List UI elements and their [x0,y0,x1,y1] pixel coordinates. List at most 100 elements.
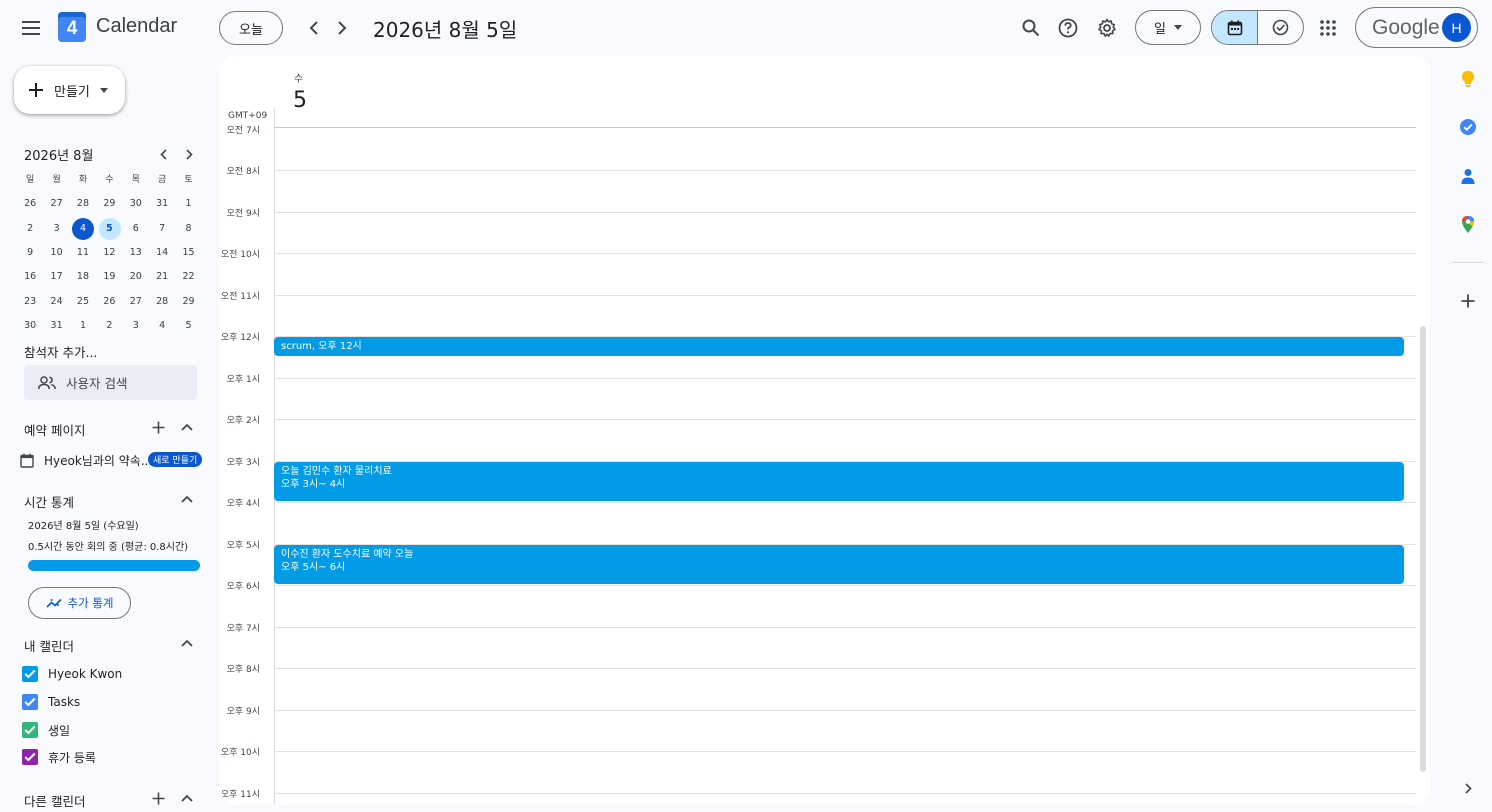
mini-calendar-day[interactable]: 26 [17,193,43,215]
mini-calendar-prev-button[interactable] [153,144,173,164]
mini-calendar-day[interactable]: 16 [17,266,43,288]
hour-gridline [274,502,1416,503]
calendar-checkbox[interactable] [22,749,38,765]
keep-button[interactable] [1456,67,1480,91]
mini-calendar-day[interactable]: 5 [96,217,122,240]
event-chip[interactable]: scrum, 오후 12시 [274,337,1404,356]
mini-calendar-day[interactable]: 13 [123,242,149,264]
settings-button[interactable] [1092,13,1122,43]
mini-calendar-day[interactable]: 1 [175,193,201,215]
chevron-up-icon [181,423,193,431]
event-chip[interactable]: 오늘 김민수 환자 물리치료 오후 3시~ 4시 [274,461,1404,501]
calendar-icon [20,453,34,468]
mini-calendar-day[interactable]: 18 [70,266,96,288]
app-title[interactable]: Calendar [96,15,177,38]
view-switcher-dropdown[interactable]: 일 [1135,10,1201,45]
mini-calendar-day[interactable]: 5 [175,315,201,337]
mini-calendar-day[interactable]: 12 [96,242,122,264]
add-other-calendar-button[interactable] [147,787,169,809]
mini-calendar-day[interactable]: 30 [17,315,43,337]
tasks-view-toggle[interactable] [1258,11,1303,44]
day-number-button[interactable]: 5 [293,88,307,113]
mini-calendar-day[interactable]: 29 [96,193,122,215]
search-people-input[interactable]: 사용자 검색 [24,365,197,400]
mini-calendar-day[interactable]: 8 [175,218,201,240]
previous-day-button[interactable] [300,14,328,42]
mini-calendar-day[interactable]: 1 [70,315,96,337]
scrollbar[interactable] [1420,326,1426,772]
mini-calendar-day[interactable]: 10 [43,242,69,264]
tasks-button[interactable] [1456,115,1480,139]
get-add-ons-button[interactable] [1456,289,1480,313]
google-apps-button[interactable] [1313,13,1343,43]
mini-calendar-day[interactable]: 21 [149,266,175,288]
hour-label: 오후 6시 [226,582,260,592]
mini-calendar-day[interactable]: 17 [43,266,69,288]
calendar-logo-icon[interactable]: 4 [58,12,86,42]
create-button[interactable]: 만들기 [14,66,125,114]
next-day-button[interactable] [328,14,356,42]
mini-calendar-day[interactable]: 31 [149,193,175,215]
hour-label: 오후 8시 [226,665,260,675]
show-side-panel-button[interactable] [1456,776,1480,800]
maps-button[interactable] [1456,212,1480,236]
calendar-list-item[interactable]: 휴가 등록 [22,747,96,767]
mini-calendar-next-button[interactable] [179,144,199,164]
hour-gridline [274,709,1416,711]
main-menu-button[interactable] [14,11,48,45]
collapse-time-insights-button[interactable] [176,488,198,510]
mini-calendar-day[interactable]: 2 [17,218,43,240]
calendar-view-toggle[interactable] [1212,11,1258,44]
calendar-checkbox[interactable] [22,694,38,710]
calendar-list-item[interactable]: Tasks [22,692,80,712]
help-button[interactable] [1053,13,1083,43]
calendar-checkbox[interactable] [22,722,38,738]
mini-calendar-day[interactable]: 20 [123,266,149,288]
mini-calendar-day[interactable]: 31 [43,315,69,337]
more-insights-label: 추가 통계 [67,596,114,610]
mini-calendar-day[interactable]: 9 [17,242,43,264]
add-booking-page-button[interactable] [147,416,169,438]
account-button[interactable]: Google H [1355,7,1478,48]
mini-calendar-day[interactable]: 29 [175,291,201,313]
mini-calendar-day[interactable]: 19 [96,266,122,288]
mini-calendar-day[interactable]: 27 [123,291,149,313]
mini-calendar-day[interactable]: 25 [70,291,96,313]
hour-gridline [274,211,1416,213]
collapse-booking-pages-button[interactable] [176,416,198,438]
collapse-other-calendars-button[interactable] [176,787,198,809]
calendar-checkbox[interactable] [22,666,38,682]
more-insights-button[interactable]: 추가 통계 [28,587,131,619]
time-grid[interactable]: 오전 7시 오전 8시 오전 9시 오전 10시 오전 11시 오후 12시 오후 1시 오후… [220,126,1430,804]
calendar-list-item[interactable]: Hyeok Kwon [22,664,122,684]
new-badge[interactable]: 새로 만들기 [148,452,203,467]
mini-calendar-day[interactable]: 14 [149,242,175,264]
mini-calendar-day[interactable]: 23 [17,291,43,313]
mini-calendar-day[interactable]: 3 [43,218,69,240]
mini-calendar-day[interactable]: 3 [123,315,149,337]
hour-gridline [274,294,1416,296]
mini-calendar-day[interactable]: 28 [149,291,175,313]
mini-calendar-day[interactable]: 7 [149,218,175,240]
mini-calendar-day[interactable]: 11 [70,242,96,264]
mini-calendar-day[interactable]: 4 [149,315,175,337]
calendar-list-item[interactable]: 생일 [22,720,70,740]
mini-calendar-day[interactable]: 2 [96,315,122,337]
mini-calendar-day[interactable]: 6 [123,218,149,240]
today-button[interactable]: 오늘 [219,11,283,45]
mini-calendar-day[interactable]: 26 [96,291,122,313]
mini-calendar-weekday: 수 [105,175,114,186]
mini-calendar-day[interactable]: 28 [70,193,96,215]
mini-calendar-day[interactable]: 15 [175,242,201,264]
gear-icon [1098,18,1116,37]
contacts-button[interactable] [1456,164,1480,188]
mini-calendar-day[interactable]: 22 [175,266,201,288]
event-chip[interactable]: 이수진 환자 도수치료 예약 오늘 오후 5시~ 6시 [274,544,1404,584]
mini-calendar-day[interactable]: 24 [43,291,69,313]
mini-calendar-day[interactable]: 27 [43,193,69,215]
collapse-my-calendars-button[interactable] [176,632,198,654]
mini-calendar-day[interactable]: 4 [70,217,96,240]
mini-calendar-day[interactable]: 30 [123,193,149,215]
avatar[interactable]: H [1442,13,1471,42]
search-button[interactable] [1016,13,1046,43]
